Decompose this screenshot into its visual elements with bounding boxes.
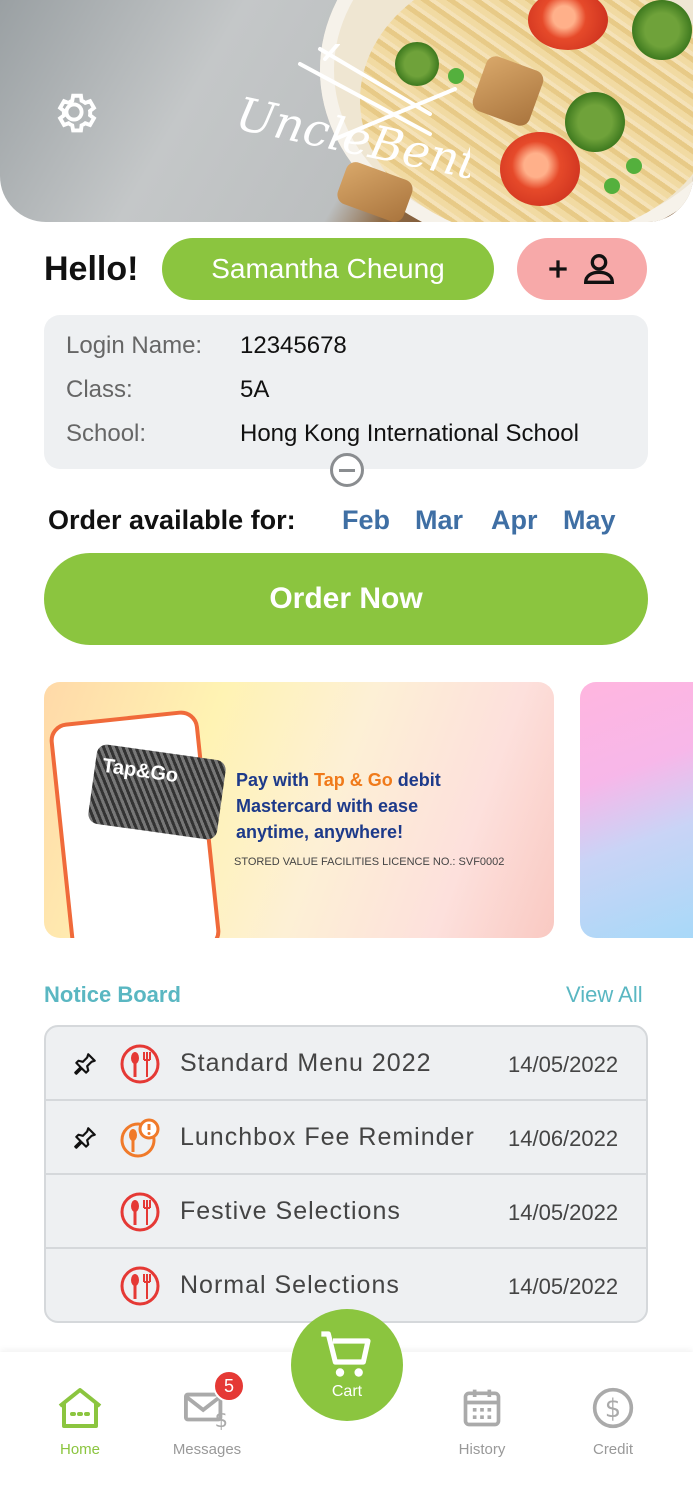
class-value: 5A bbox=[240, 376, 270, 403]
meal-bowl-icon bbox=[120, 1192, 160, 1232]
messages-badge: 5 bbox=[213, 1370, 245, 1402]
school-value: Hong Kong International School bbox=[240, 420, 579, 447]
nav-credit[interactable]: $ Credit bbox=[568, 1386, 658, 1458]
month-may[interactable]: May bbox=[563, 505, 616, 536]
school-label: School: bbox=[66, 420, 147, 447]
nav-credit-label: Credit bbox=[592, 1441, 633, 1458]
promo-banner[interactable]: Tap&Go Pay with Tap & Go debit Mastercar… bbox=[44, 682, 554, 938]
home-icon bbox=[58, 1388, 102, 1428]
banner-line-3: anytime, anywhere! bbox=[236, 822, 404, 842]
cart-label: Cart bbox=[331, 1383, 363, 1400]
plus-icon bbox=[549, 260, 567, 278]
cart-button[interactable]: Cart bbox=[291, 1309, 403, 1421]
add-user-button[interactable] bbox=[517, 238, 647, 300]
notice-row[interactable]: Lunchbox Fee Reminder 14/06/2022 bbox=[46, 1101, 646, 1175]
broccoli-image bbox=[565, 92, 625, 152]
cart-icon bbox=[321, 1331, 371, 1377]
nav-home-label: Home bbox=[59, 1441, 100, 1458]
tomato-image bbox=[500, 132, 580, 206]
month-mar[interactable]: Mar bbox=[415, 505, 463, 536]
nav-history-label: History bbox=[458, 1441, 506, 1458]
header-banner: UncleBento bbox=[0, 0, 693, 222]
month-feb[interactable]: Feb bbox=[342, 505, 390, 536]
view-all-link[interactable]: View All bbox=[566, 982, 643, 1008]
meal-alert-icon bbox=[120, 1118, 160, 1158]
notice-row[interactable]: Festive Selections 14/05/2022 bbox=[46, 1175, 646, 1249]
notice-row[interactable]: Standard Menu 2022 14/05/2022 bbox=[46, 1027, 646, 1101]
unclebento-logo: UncleBento bbox=[232, 44, 470, 194]
notice-date: 14/05/2022 bbox=[508, 1274, 619, 1299]
student-info-card: Login Name: 12345678 Class: 5A School: H… bbox=[44, 315, 648, 469]
banner-line-1: Pay with Tap & Go debit bbox=[236, 770, 441, 790]
meal-bowl-icon bbox=[120, 1044, 160, 1084]
order-now-button[interactable]: Order Now bbox=[44, 553, 648, 645]
login-label: Login Name: bbox=[66, 332, 203, 359]
notice-date: 14/05/2022 bbox=[508, 1052, 619, 1077]
month-apr[interactable]: Apr bbox=[491, 505, 538, 536]
notice-title: Standard Menu 2022 bbox=[180, 1049, 432, 1077]
login-value: 12345678 bbox=[240, 332, 347, 359]
class-label: Class: bbox=[66, 376, 133, 403]
notice-date: 14/06/2022 bbox=[508, 1126, 619, 1151]
greeting-text: Hello! bbox=[44, 250, 139, 288]
collapse-minus-icon[interactable] bbox=[330, 453, 364, 487]
notice-title: Normal Selections bbox=[180, 1271, 400, 1299]
logo-text: UncleBento bbox=[232, 86, 470, 194]
banner-line-2: Mastercard with ease bbox=[236, 796, 419, 816]
svg-text:$: $ bbox=[215, 1407, 228, 1430]
nav-messages-label: Messages bbox=[172, 1441, 242, 1458]
nav-history[interactable]: History bbox=[437, 1386, 527, 1458]
pea-image bbox=[604, 178, 620, 194]
pea-image bbox=[626, 158, 642, 174]
nav-home[interactable]: Home bbox=[35, 1386, 125, 1458]
notice-date: 14/05/2022 bbox=[508, 1200, 619, 1225]
user-name-button[interactable]: Samantha Cheung bbox=[162, 238, 494, 300]
settings-gear-icon[interactable] bbox=[48, 86, 100, 138]
pin-icon bbox=[74, 1127, 96, 1149]
banner-license: STORED VALUE FACILITIES LICENCE NO.: SVF… bbox=[234, 856, 505, 868]
person-icon bbox=[583, 253, 615, 284]
notice-board-title: Notice Board bbox=[44, 982, 181, 1007]
order-available-label: Order available for: bbox=[48, 505, 296, 535]
svg-text:$: $ bbox=[605, 1394, 621, 1424]
pin-icon bbox=[74, 1053, 96, 1075]
dollar-circle-icon: $ bbox=[592, 1387, 634, 1429]
notice-title: Lunchbox Fee Reminder bbox=[180, 1123, 475, 1151]
notice-title: Festive Selections bbox=[180, 1197, 401, 1225]
meal-bowl-icon bbox=[120, 1266, 160, 1306]
promo-banner-next[interactable] bbox=[580, 682, 693, 938]
calendar-icon bbox=[463, 1389, 501, 1427]
notice-list: Standard Menu 2022 14/05/2022 Lunchbox F… bbox=[44, 1025, 648, 1323]
broccoli-image bbox=[632, 0, 692, 60]
